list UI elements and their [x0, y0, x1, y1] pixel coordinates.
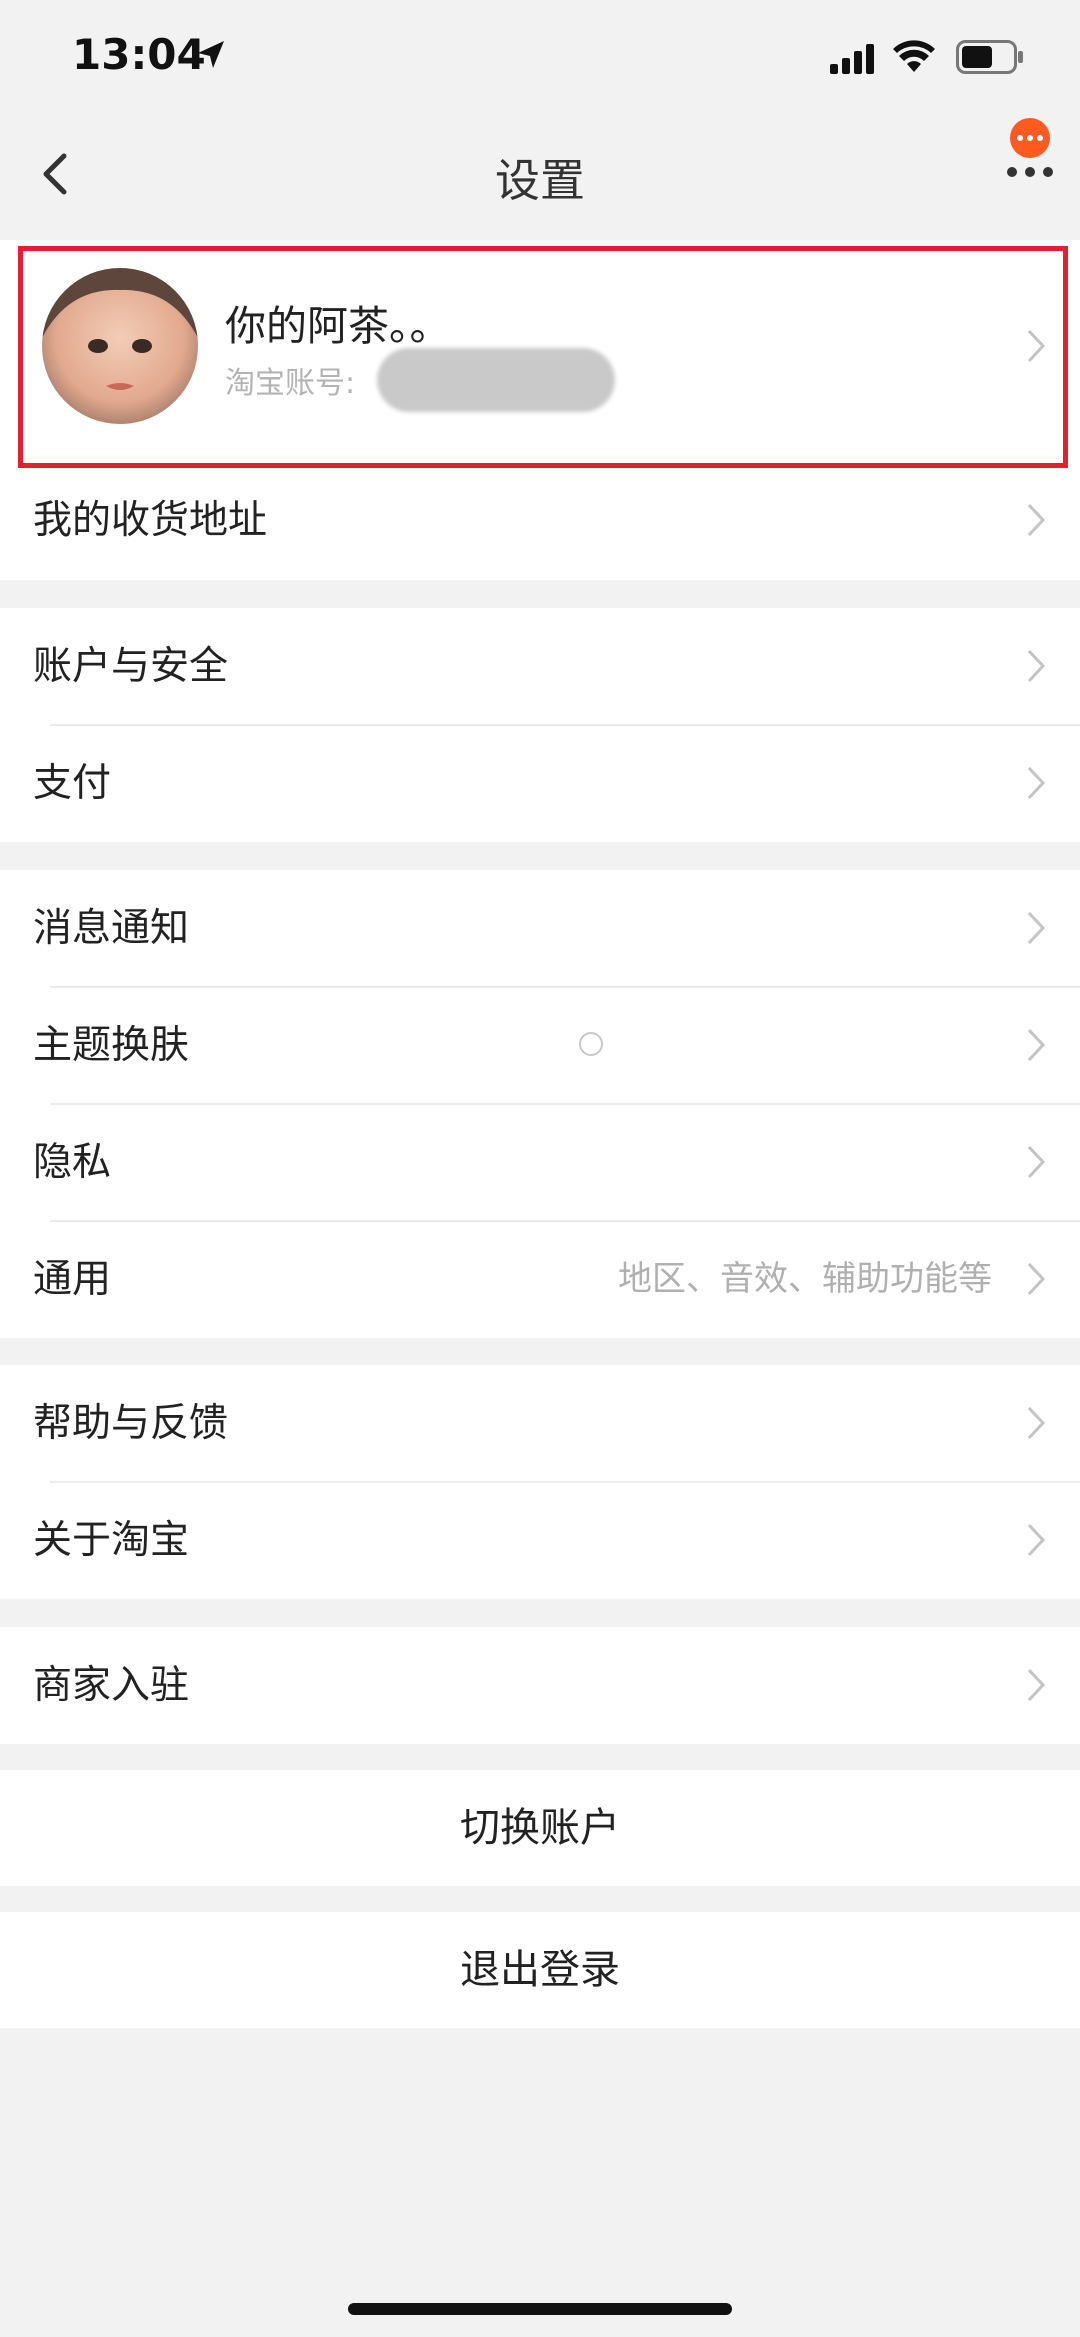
- row-general[interactable]: 通用 地区、音效、辅助功能等: [0, 1221, 1080, 1338]
- row-label: 隐私: [33, 1140, 112, 1185]
- row-label: 账户与安全: [33, 644, 229, 689]
- row-theme[interactable]: 主题换肤: [0, 987, 1080, 1104]
- row-shipping-address[interactable]: 我的收货地址: [0, 462, 1080, 579]
- row-merchant[interactable]: 商家入驻: [0, 1627, 1080, 1744]
- avatar[interactable]: [42, 268, 198, 424]
- chevron-right-icon: [1027, 503, 1046, 537]
- loading-indicator: [579, 1032, 603, 1056]
- row-label: 商家入驻: [33, 1663, 190, 1708]
- merchant-section: 商家入驻: [0, 1627, 1080, 1744]
- chevron-right-icon: [1027, 649, 1046, 683]
- row-notifications[interactable]: 消息通知: [0, 870, 1080, 987]
- row-label: 通用: [33, 1257, 112, 1302]
- row-label: 关于淘宝: [33, 1518, 190, 1563]
- profile-name: 你的阿茶。。: [225, 302, 451, 350]
- row-account-security[interactable]: 账户与安全: [0, 608, 1080, 725]
- chevron-right-icon: [1027, 1262, 1046, 1296]
- logout-button[interactable]: 退出登录: [0, 1912, 1080, 2028]
- redacted-account-id: [377, 348, 615, 412]
- switch-account-button[interactable]: 切换账户: [0, 1770, 1080, 1886]
- account-section: 账户与安全 支付: [0, 608, 1080, 842]
- more-menu-icon[interactable]: [990, 116, 1070, 196]
- location-arrow-icon: [198, 41, 224, 68]
- battery-icon: [956, 40, 1023, 74]
- row-label: 消息通知: [33, 906, 190, 951]
- preferences-section: 消息通知 主题换肤 隐私 通用 地区、音效、辅助功能等: [0, 870, 1080, 1338]
- avatar-portrait-icon: [42, 268, 198, 390]
- chevron-right-icon: [1027, 911, 1046, 945]
- page-title: 设置: [494, 154, 585, 207]
- cellular-signal-icon: [830, 44, 874, 74]
- chevron-right-icon: [1027, 1523, 1046, 1557]
- chevron-right-icon: [1027, 766, 1046, 800]
- chevron-right-icon: [1027, 1406, 1046, 1440]
- account-id-label: 淘宝账号:: [225, 366, 356, 401]
- wifi-icon: [893, 40, 935, 72]
- row-privacy[interactable]: 隐私: [0, 1104, 1080, 1221]
- navigation-bar: 设置: [0, 116, 1080, 230]
- chevron-right-icon: [1027, 1145, 1046, 1179]
- row-label: 我的收货地址: [33, 498, 268, 543]
- support-section: 帮助与反馈 关于淘宝: [0, 1365, 1080, 1599]
- chevron-right-icon: [1027, 1028, 1046, 1062]
- status-time: 13:04: [72, 30, 206, 79]
- home-indicator[interactable]: [348, 2303, 732, 2315]
- row-label: 帮助与反馈: [33, 1401, 229, 1446]
- chevron-right-icon: [1027, 1668, 1046, 1702]
- row-label: 支付: [33, 761, 112, 806]
- row-payment[interactable]: 支付: [0, 725, 1080, 842]
- chevron-right-icon: [1027, 329, 1046, 363]
- status-bar: 13:04: [0, 0, 1080, 116]
- row-hint: 地区、音效、辅助功能等: [618, 1259, 992, 1299]
- row-about[interactable]: 关于淘宝: [0, 1482, 1080, 1599]
- row-label: 主题换肤: [33, 1023, 190, 1068]
- row-help-feedback[interactable]: 帮助与反馈: [0, 1365, 1080, 1482]
